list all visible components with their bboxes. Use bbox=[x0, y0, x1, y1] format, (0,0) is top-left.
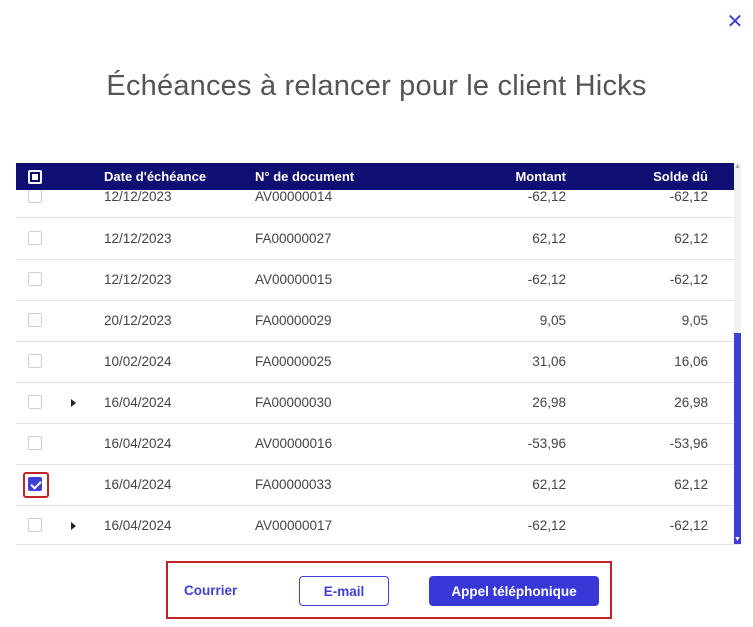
row-checkbox[interactable] bbox=[28, 436, 42, 450]
mail-button[interactable]: Courrier bbox=[184, 576, 244, 606]
table-row[interactable]: 16/04/2024 AV00000016 -53,96 -53,96 bbox=[16, 423, 734, 465]
cell-date: 12/12/2023 bbox=[104, 231, 172, 246]
cell-balance: 9,05 bbox=[681, 313, 708, 328]
cell-date: 20/12/2023 bbox=[104, 313, 172, 328]
cell-document: FA00000030 bbox=[255, 395, 332, 410]
cell-balance: 26,98 bbox=[674, 395, 708, 410]
close-icon[interactable]: ✕ bbox=[724, 10, 746, 32]
cell-amount: 62,12 bbox=[532, 231, 566, 246]
cell-balance: 62,12 bbox=[674, 477, 708, 492]
row-checkbox[interactable] bbox=[28, 189, 42, 203]
row-checkbox[interactable] bbox=[28, 395, 42, 409]
cell-balance: -62,12 bbox=[669, 272, 708, 287]
table-row[interactable]: 12/12/2023 FA00000027 62,12 62,12 bbox=[16, 218, 734, 260]
cell-amount: 31,06 bbox=[532, 354, 566, 369]
column-header-balance[interactable]: Solde dû bbox=[596, 163, 708, 190]
due-dates-table: 12/12/2023 AV00000014 -62,12 -62,12 12/12/20… bbox=[16, 163, 741, 545]
cell-date: 16/04/2024 bbox=[104, 395, 172, 410]
table-row[interactable]: 10/02/2024 FA00000025 31,06 16,06 bbox=[16, 341, 734, 383]
cell-amount: 9,05 bbox=[539, 313, 566, 328]
column-header-date[interactable]: Date d'échéance bbox=[104, 163, 206, 190]
table-row[interactable]: 16/04/2024 FA00000030 26,98 26,98 bbox=[16, 382, 734, 424]
cell-document: AV00000015 bbox=[255, 272, 333, 287]
cell-balance: 62,12 bbox=[674, 231, 708, 246]
cell-date: 12/12/2023 bbox=[104, 272, 172, 287]
expand-row-icon[interactable] bbox=[71, 522, 76, 530]
table-row[interactable]: 12/12/2023 AV00000015 -62,12 -62,12 bbox=[16, 259, 734, 301]
table-row[interactable]: 16/04/2024 AV00000017 -62,12 -62,12 bbox=[16, 505, 734, 544]
email-button[interactable]: E-mail bbox=[299, 576, 389, 606]
phone-call-button[interactable]: Appel téléphonique bbox=[429, 576, 599, 606]
table-header: Date d'échéance N° de document Montant S… bbox=[16, 163, 734, 190]
cell-balance: -62,12 bbox=[669, 518, 708, 533]
cell-balance: 16,06 bbox=[674, 354, 708, 369]
column-header-amount[interactable]: Montant bbox=[456, 163, 566, 190]
column-header-document[interactable]: N° de document bbox=[255, 163, 354, 190]
cell-amount: 62,12 bbox=[532, 477, 566, 492]
cell-balance: -53,96 bbox=[669, 436, 708, 451]
table-row[interactable]: 16/04/2024 FA00000033 62,12 62,12 bbox=[16, 464, 734, 506]
select-all-checkbox[interactable] bbox=[28, 170, 42, 184]
row-checkbox[interactable] bbox=[28, 272, 42, 286]
row-checkbox[interactable] bbox=[28, 354, 42, 368]
scroll-up-arrow-icon[interactable]: ▲ bbox=[734, 163, 741, 171]
row-checkbox[interactable] bbox=[28, 313, 42, 327]
cell-amount: -53,96 bbox=[527, 436, 566, 451]
cell-date: 16/04/2024 bbox=[104, 518, 172, 533]
cell-amount: -62,12 bbox=[527, 272, 566, 287]
row-checkbox[interactable] bbox=[28, 231, 42, 245]
cell-document: FA00000025 bbox=[255, 354, 332, 369]
cell-amount: 26,98 bbox=[532, 395, 566, 410]
cell-document: FA00000033 bbox=[255, 477, 332, 492]
table-row[interactable]: 20/12/2023 FA00000029 9,05 9,05 bbox=[16, 300, 734, 342]
scrollbar-thumb[interactable] bbox=[734, 333, 741, 536]
cell-amount: -62,12 bbox=[527, 518, 566, 533]
cell-date: 16/04/2024 bbox=[104, 477, 172, 492]
cell-document: FA00000029 bbox=[255, 313, 332, 328]
cell-date: 16/04/2024 bbox=[104, 436, 172, 451]
cell-document: AV00000017 bbox=[255, 518, 333, 533]
cell-date: 10/02/2024 bbox=[104, 354, 172, 369]
reminder-dialog: ✕ Échéances à relancer pour le client Hi… bbox=[0, 0, 753, 627]
cell-document: AV00000016 bbox=[255, 436, 333, 451]
cell-document: FA00000027 bbox=[255, 231, 332, 246]
expand-row-icon[interactable] bbox=[71, 399, 76, 407]
page-title: Échéances à relancer pour le client Hick… bbox=[106, 70, 647, 102]
table-scrollbar[interactable]: ▲ ▼ bbox=[734, 163, 741, 544]
row-checkbox[interactable] bbox=[28, 518, 42, 532]
scroll-down-arrow-icon[interactable]: ▼ bbox=[734, 536, 741, 544]
checkbox-highlight-frame bbox=[23, 472, 49, 498]
